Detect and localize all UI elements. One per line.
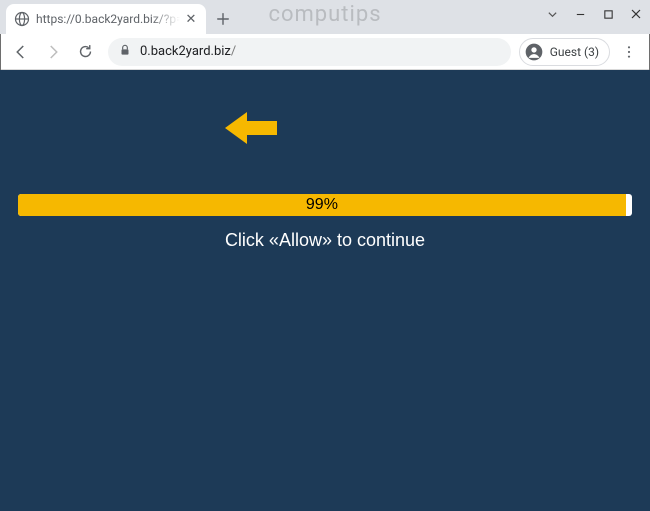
globe-icon bbox=[14, 11, 30, 27]
tab-title: https://0.back2yard.biz/?p=gu3g bbox=[36, 12, 180, 26]
profile-chip[interactable]: Guest (3) bbox=[519, 38, 610, 66]
chevron-down-icon[interactable] bbox=[538, 0, 566, 28]
address-bar[interactable]: 0.back2yard.biz/ bbox=[108, 38, 511, 66]
back-button[interactable] bbox=[6, 37, 36, 67]
instruction-text: Click «Allow» to continue bbox=[0, 230, 650, 251]
new-tab-button[interactable] bbox=[210, 6, 236, 32]
forward-button[interactable] bbox=[38, 37, 68, 67]
window-controls bbox=[538, 0, 650, 28]
browser-tab[interactable]: https://0.back2yard.biz/?p=gu3g ✕ bbox=[6, 4, 206, 34]
profile-label: Guest (3) bbox=[550, 45, 599, 59]
person-icon bbox=[524, 42, 544, 62]
titlebar: computips https://0.back2yard.biz/?p=gu3… bbox=[0, 0, 650, 34]
progress-bar: 99% bbox=[18, 194, 632, 216]
close-window-button[interactable] bbox=[622, 0, 650, 28]
menu-button[interactable] bbox=[614, 37, 644, 67]
reload-button[interactable] bbox=[70, 37, 100, 67]
url-path: / bbox=[231, 44, 236, 59]
close-tab-icon[interactable]: ✕ bbox=[184, 12, 198, 26]
page-viewport: 99% Click «Allow» to continue bbox=[0, 70, 650, 511]
maximize-button[interactable] bbox=[594, 0, 622, 28]
arrow-left-icon bbox=[225, 110, 277, 151]
minimize-button[interactable] bbox=[566, 0, 594, 28]
url-host: 0.back2yard.biz bbox=[140, 44, 231, 59]
watermark-text: computips bbox=[268, 2, 381, 27]
lock-icon bbox=[118, 43, 132, 61]
progress-text: 99% bbox=[306, 196, 338, 214]
browser-toolbar: 0.back2yard.biz/ Guest (3) bbox=[0, 34, 650, 70]
progress-fill: 99% bbox=[18, 194, 626, 216]
